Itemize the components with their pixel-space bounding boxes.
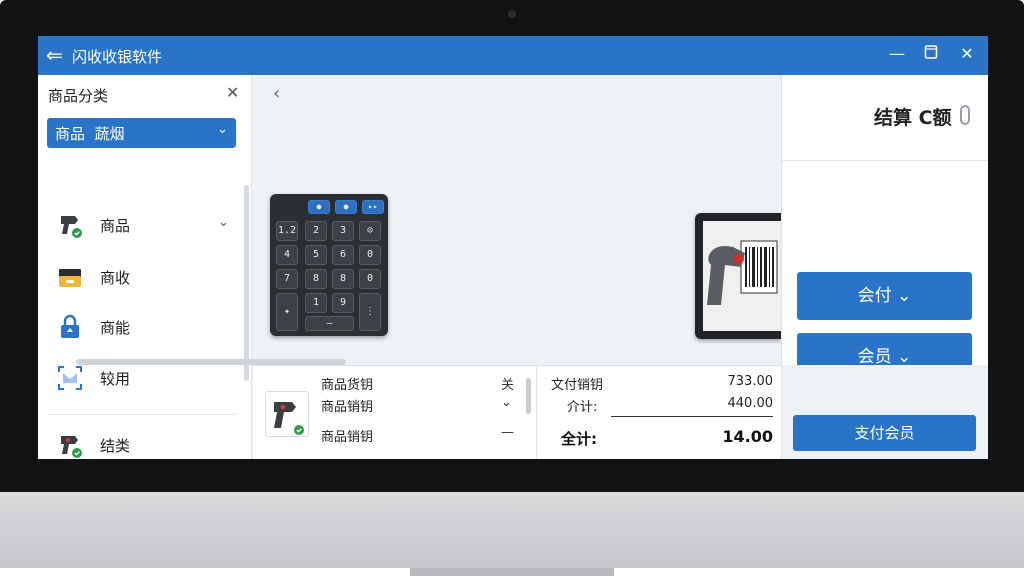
monitor: ⇐ 闪收收银软件 — ✕ 商品分类 ✕ 商品 蔬烟 ⌄ 商品 ⌄ 商收 商能 较… [0,0,1024,576]
product-display-area: ‹ ● ● ▸▸ 1.2 2 3 ⊝ 4 5 6 0 7 8 8 0 ✦ 1 9 [253,75,781,355]
back-arrow-icon[interactable]: ⇐ [46,44,63,66]
minimize-button[interactable]: — [886,44,908,63]
lock-icon [61,314,79,338]
pay-member-button[interactable]: 支付会员 [793,415,976,451]
numeric-keypad: ● ● ▸▸ 1.2 2 3 ⊝ 4 5 6 0 7 8 8 0 ✦ 1 9 ⋮… [270,194,388,336]
scan-frame-icon [58,366,82,390]
barcode-scanner-icon [707,240,778,305]
chevron-down-icon: ⌄ [217,122,228,137]
chevron-down-icon: ⌄ [218,215,229,230]
keypad-key[interactable]: ● [308,200,330,214]
sidebar-item-settlement[interactable]: 结类 [38,421,238,459]
total-value: 14.00 [722,427,773,446]
close-sidebar-icon[interactable]: ✕ [226,83,239,102]
toggle-switch[interactable] [960,105,970,125]
keypad-zero-key[interactable]: — [305,316,354,331]
summary-value: 733.00 [727,374,774,389]
list-scrollbar[interactable] [526,378,531,414]
barcode-scanner-icon [274,402,304,435]
keypad-key[interactable]: ✦ [276,293,298,331]
keypad-key[interactable]: ⊝ [359,221,381,241]
keypad-key[interactable]: 0 [359,245,381,265]
keypad-key[interactable]: 8 [305,269,327,289]
monitor-chin [0,492,1024,568]
keypad-key[interactable]: ⋮ [359,293,381,331]
app-window: ⇐ 闪收收银软件 — ✕ 商品分类 ✕ 商品 蔬烟 ⌄ 商品 ⌄ 商收 商能 较… [38,36,988,459]
keypad-key[interactable]: 8 [332,269,354,289]
webcam-icon [508,10,516,18]
window-title: 闪收收银软件 [72,48,163,66]
scanner-photo [703,221,781,331]
cart-list: 商品货钥 关 商品销钥 ⌄ 商品销钥 — [253,365,536,459]
title-bar: ⇐ 闪收收银软件 — ✕ [38,36,988,75]
keypad-key[interactable]: 7 [276,269,298,289]
sidebar-scrollbar[interactable] [244,185,249,381]
close-button[interactable]: ✕ [956,44,978,63]
maximize-icon [924,45,938,59]
keypad-key[interactable]: 3 [332,221,354,241]
keypad-key[interactable]: 9 [332,293,354,313]
payment-method-button[interactable]: 会付 ⌄ [797,272,972,320]
summary-divider [611,416,773,417]
sidebar-item-label: 商品 [100,217,131,235]
list-item-name: 商品货钥 [321,378,374,393]
panel-divider [782,160,988,161]
settle-title: 结算 C额 [874,107,952,129]
barcode-scanner-icon [61,436,82,458]
chevron-left-icon[interactable]: ‹ [273,83,280,104]
sidebar-item-goods[interactable]: 商品 ⌄ [38,201,238,249]
sidebar-item-label: 商能 [100,319,131,337]
keypad-key[interactable]: 6 [332,245,354,265]
sidebar-item-security[interactable]: 商能 [38,303,238,351]
cash-drawer-icon [59,269,81,287]
sidebar-divider [48,414,238,415]
sidebar-item-receipts[interactable]: 商收 [38,253,238,301]
summary-label: 文付销钥 [551,378,604,393]
keypad-key[interactable]: 1 [305,293,327,313]
list-item-name: 商品销钥 [321,430,374,445]
maximize-button[interactable] [920,44,942,64]
sidebar-heading: 商品分类 [48,87,109,105]
list-item-name: 商品销钥 [321,400,374,415]
scanner-product-image [695,213,781,339]
product-thumbnail [265,391,309,437]
category-sidebar: 商品分类 ✕ 商品 蔬烟 ⌄ 商品 ⌄ 商收 商能 较用 结类 [38,75,252,459]
list-item-action[interactable]: 关 [501,374,514,393]
keypad-key[interactable]: ▸▸ [362,200,384,214]
keypad-key[interactable]: 5 [305,245,327,265]
summary-value: 440.00 [727,396,774,411]
keypad-key[interactable]: 4 [276,245,298,265]
sidebar-item-label: 商收 [100,269,131,287]
keypad-key[interactable]: ● [335,200,357,214]
monitor-stand [410,568,614,576]
checkout-panel: 结算 C额 会付 ⌄ 会员 ⌄ [781,75,988,459]
keypad-key[interactable]: 0 [359,269,381,289]
barcode-scanner-icon [61,216,82,238]
list-item-action[interactable]: — [501,425,514,440]
chevron-down-icon[interactable]: ⌄ [501,395,512,410]
sidebar-item-label: 结类 [100,437,131,455]
total-label: 全计: [561,430,597,448]
keypad-key[interactable]: 2 [305,221,327,241]
order-summary: 文付销钥 733.00 介计: 440.00 全计: 14.00 [536,365,781,459]
category-select[interactable]: 商品 蔬烟 ⌄ [47,118,236,148]
sidebar-item-label: 较用 [100,370,131,388]
category-select-value: 商品 蔬烟 [55,125,125,143]
summary-label: 介计: [567,400,598,415]
keypad-key[interactable]: 1.2 [276,221,298,241]
